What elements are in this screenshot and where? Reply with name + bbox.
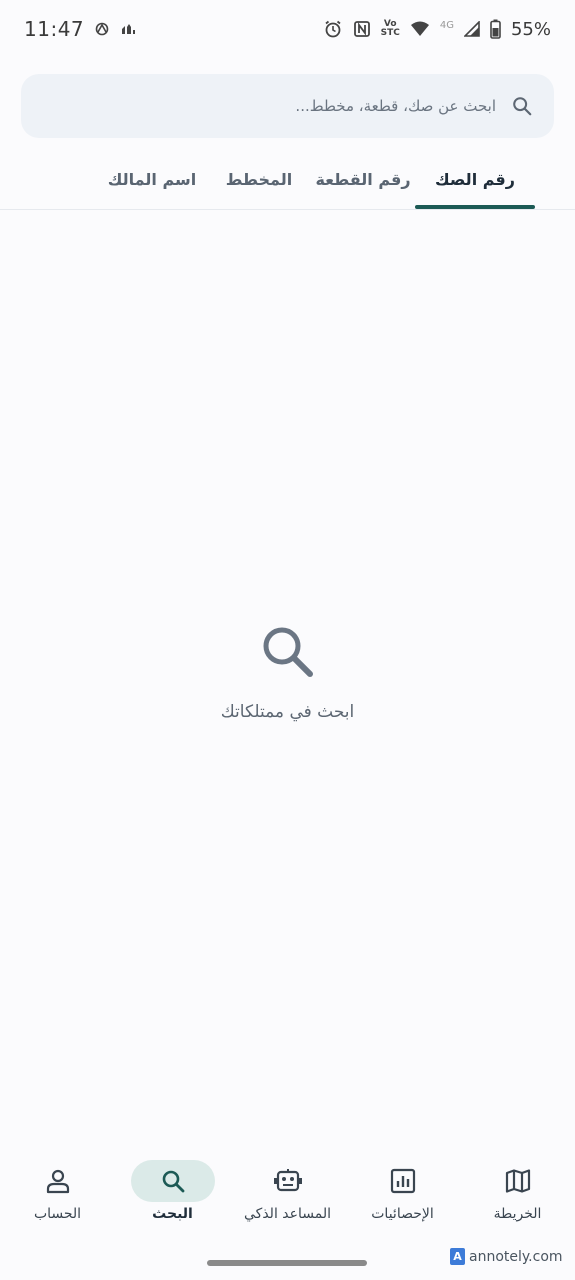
wifi-icon (410, 20, 430, 38)
nav-search[interactable]: البحث (115, 1150, 230, 1240)
statistics-icon (361, 1160, 445, 1202)
search-type-tabs: رقم الصك رقم القطعة المخطط اسم المالك (0, 148, 575, 210)
active-tab-indicator (415, 205, 535, 209)
tab-label: المخطط (225, 169, 293, 189)
status-bar-right: Vo STC 4G 55% (323, 19, 551, 40)
search-box[interactable] (21, 74, 554, 138)
volte-icon: Vo STC (381, 20, 400, 38)
carrier-bottom: STC (380, 28, 400, 38)
android-auto-icon (94, 21, 110, 37)
nav-account[interactable]: الحساب (0, 1150, 115, 1240)
nav-label-search: البحث (152, 1206, 193, 1222)
nav-label-statistics: الإحصائيات (371, 1206, 434, 1222)
nav-label-map: الخريطة (493, 1206, 542, 1222)
watermark-text: annotely.com (469, 1248, 563, 1265)
empty-state: ابحث في ممتلكاتك (0, 620, 575, 722)
network-type: 4G (440, 20, 454, 31)
alarm-icon (323, 19, 343, 39)
search-large-icon (256, 620, 320, 684)
tab-label: رقم القطعة (315, 169, 411, 189)
empty-state-message: ابحث في ممتلكاتك (220, 702, 355, 722)
tab-deed-number[interactable]: رقم الصك (415, 148, 535, 210)
robot-icon (246, 1160, 330, 1202)
nav-label-account: الحساب (33, 1206, 82, 1222)
nav-smart-assistant[interactable]: المساعد الذكي (230, 1150, 345, 1240)
status-bar-left: 11:47 (24, 17, 136, 41)
network-type-label: 4G (439, 19, 454, 31)
tab-scheme[interactable]: المخطط (207, 148, 311, 210)
watermark: A annotely.com (450, 1248, 563, 1265)
bottom-navigation: الخريطة الإحصائيات المساعد الذكي البحث ا… (0, 1150, 575, 1240)
nav-statistics[interactable]: الإحصائيات (345, 1150, 460, 1240)
tab-label: رقم الصك (435, 169, 515, 189)
nfc-icon (353, 20, 371, 38)
search-icon (510, 94, 534, 118)
nav-map[interactable]: الخريطة (460, 1150, 575, 1240)
gesture-navigation-bar[interactable] (207, 1260, 367, 1266)
tab-plot-number[interactable]: رقم القطعة (311, 148, 415, 210)
status-bar: 11:47 Vo STC 4G 55% (0, 0, 575, 58)
status-time: 11:47 (24, 17, 85, 41)
tab-label: اسم المالك (107, 169, 197, 189)
tab-owner-name[interactable]: اسم المالك (97, 148, 207, 210)
watermark-logo: A (450, 1248, 465, 1265)
search-icon (130, 1160, 215, 1202)
account-icon (16, 1160, 100, 1202)
map-icon (476, 1160, 560, 1202)
nav-label-smart-assistant: المساعد الذكي (244, 1206, 331, 1222)
battery-icon (490, 19, 501, 39)
app-notification-icon (120, 22, 136, 36)
screen: 11:47 Vo STC 4G 55% ابحث عن صك، قطعة، مخ… (0, 0, 575, 1280)
search-input[interactable] (41, 97, 496, 115)
signal-icon (463, 21, 480, 37)
battery-percent: 55% (510, 18, 551, 40)
